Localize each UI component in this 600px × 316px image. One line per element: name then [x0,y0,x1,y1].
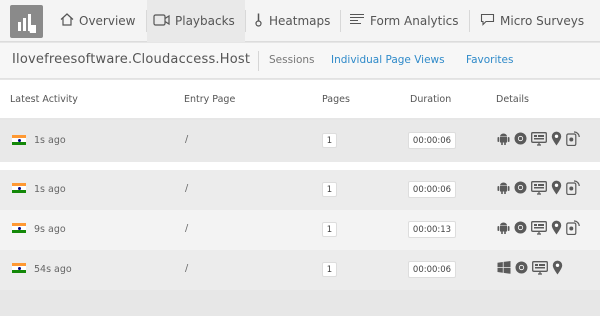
india-flag-icon [12,135,26,145]
india-flag-icon [12,183,26,193]
top-navigation: Overview Playbacks Heatmaps Form Analyti… [0,0,600,42]
app-logo-icon[interactable] [10,5,43,38]
column-duration[interactable]: Duration [410,94,451,105]
session-duration: 00:00:06 [408,181,456,198]
android-icon [497,132,510,146]
column-entry-page[interactable]: Entry Page [184,94,235,105]
details-icons [497,180,580,195]
table-row[interactable]: 54s ago / 1 00:00:06 [0,250,600,290]
tab-form-analytics[interactable]: Form Analytics [349,0,459,42]
details-icons [497,131,580,146]
android-icon [497,221,510,235]
subnav-divider [258,51,259,71]
column-details: Details [496,94,529,105]
sub-navigation: Ilovefreesoftware.Cloudaccess.Host Sessi… [0,43,600,79]
entry-page: / [185,134,189,145]
session-duration: 00:00:06 [408,261,456,278]
nav-divider [340,10,341,32]
location-pin-icon [551,131,562,146]
mobile-device-icon [566,220,580,235]
pages-count: 1 [322,182,337,197]
tab-heatmaps-label: Heatmaps [269,14,331,28]
details-icons [497,220,580,235]
tab-micro-surveys-label: Micro Surveys [500,14,585,28]
tab-playbacks[interactable]: Playbacks [147,0,245,42]
form-icon [349,13,365,29]
nav-divider [469,10,470,32]
session-duration: 00:00:06 [408,132,456,149]
location-pin-icon [551,220,562,235]
location-pin-icon [552,260,563,275]
pages-count: 1 [322,222,337,237]
session-duration: 00:00:13 [408,221,456,238]
table-row[interactable]: 1s ago / 1 00:00:06 [0,120,600,162]
tab-heatmaps[interactable]: Heatmaps [255,0,330,42]
chrome-icon [514,132,527,145]
tab-micro-surveys[interactable]: Micro Surveys [480,0,584,42]
screen-resolution-icon [531,180,547,195]
column-latest-activity[interactable]: Latest Activity [10,94,78,105]
table-row[interactable]: 9s ago / 1 00:00:13 [0,210,600,250]
tab-playbacks-label: Playbacks [175,14,235,28]
table-footer-area [0,290,600,316]
screen-resolution-icon [531,220,547,235]
tab-overview-label: Overview [79,14,136,28]
entry-page: / [185,223,189,234]
nav-divider [245,10,246,32]
row-separator [0,162,600,170]
entry-page: / [185,183,189,194]
thermometer-icon [255,12,264,30]
windows-icon [497,261,511,274]
tab-overview[interactable]: Overview [60,0,136,42]
mobile-device-icon [566,131,580,146]
video-icon [153,13,170,29]
table-row[interactable]: 1s ago / 1 00:00:06 [0,170,600,210]
chrome-icon [515,261,528,274]
latest-activity: 1s ago [34,184,66,195]
entry-page: / [185,263,189,274]
chrome-icon [514,181,527,194]
pages-count: 1 [322,133,337,148]
details-icons [497,260,563,275]
column-pages[interactable]: Pages [322,94,350,105]
mobile-device-icon [566,180,580,195]
screen-resolution-icon [531,131,547,146]
latest-activity: 1s ago [34,135,66,146]
pages-count: 1 [322,262,337,277]
latest-activity: 54s ago [34,264,72,275]
android-icon [497,181,510,195]
site-name[interactable]: Ilovefreesoftware.Cloudaccess.Host [12,52,250,67]
chrome-icon [514,221,527,234]
favorites-link[interactable]: Favorites [466,54,513,66]
chat-icon [480,13,495,29]
india-flag-icon [12,223,26,233]
home-icon [60,13,74,29]
latest-activity: 9s ago [34,224,66,235]
table-header: Latest Activity Entry Page Pages Duratio… [0,80,600,118]
tab-form-analytics-label: Form Analytics [370,14,459,28]
sessions-link[interactable]: Sessions [269,54,315,66]
india-flag-icon [12,263,26,273]
individual-page-views-link[interactable]: Individual Page Views [331,54,445,66]
location-pin-icon [551,180,562,195]
screen-resolution-icon [532,260,548,275]
